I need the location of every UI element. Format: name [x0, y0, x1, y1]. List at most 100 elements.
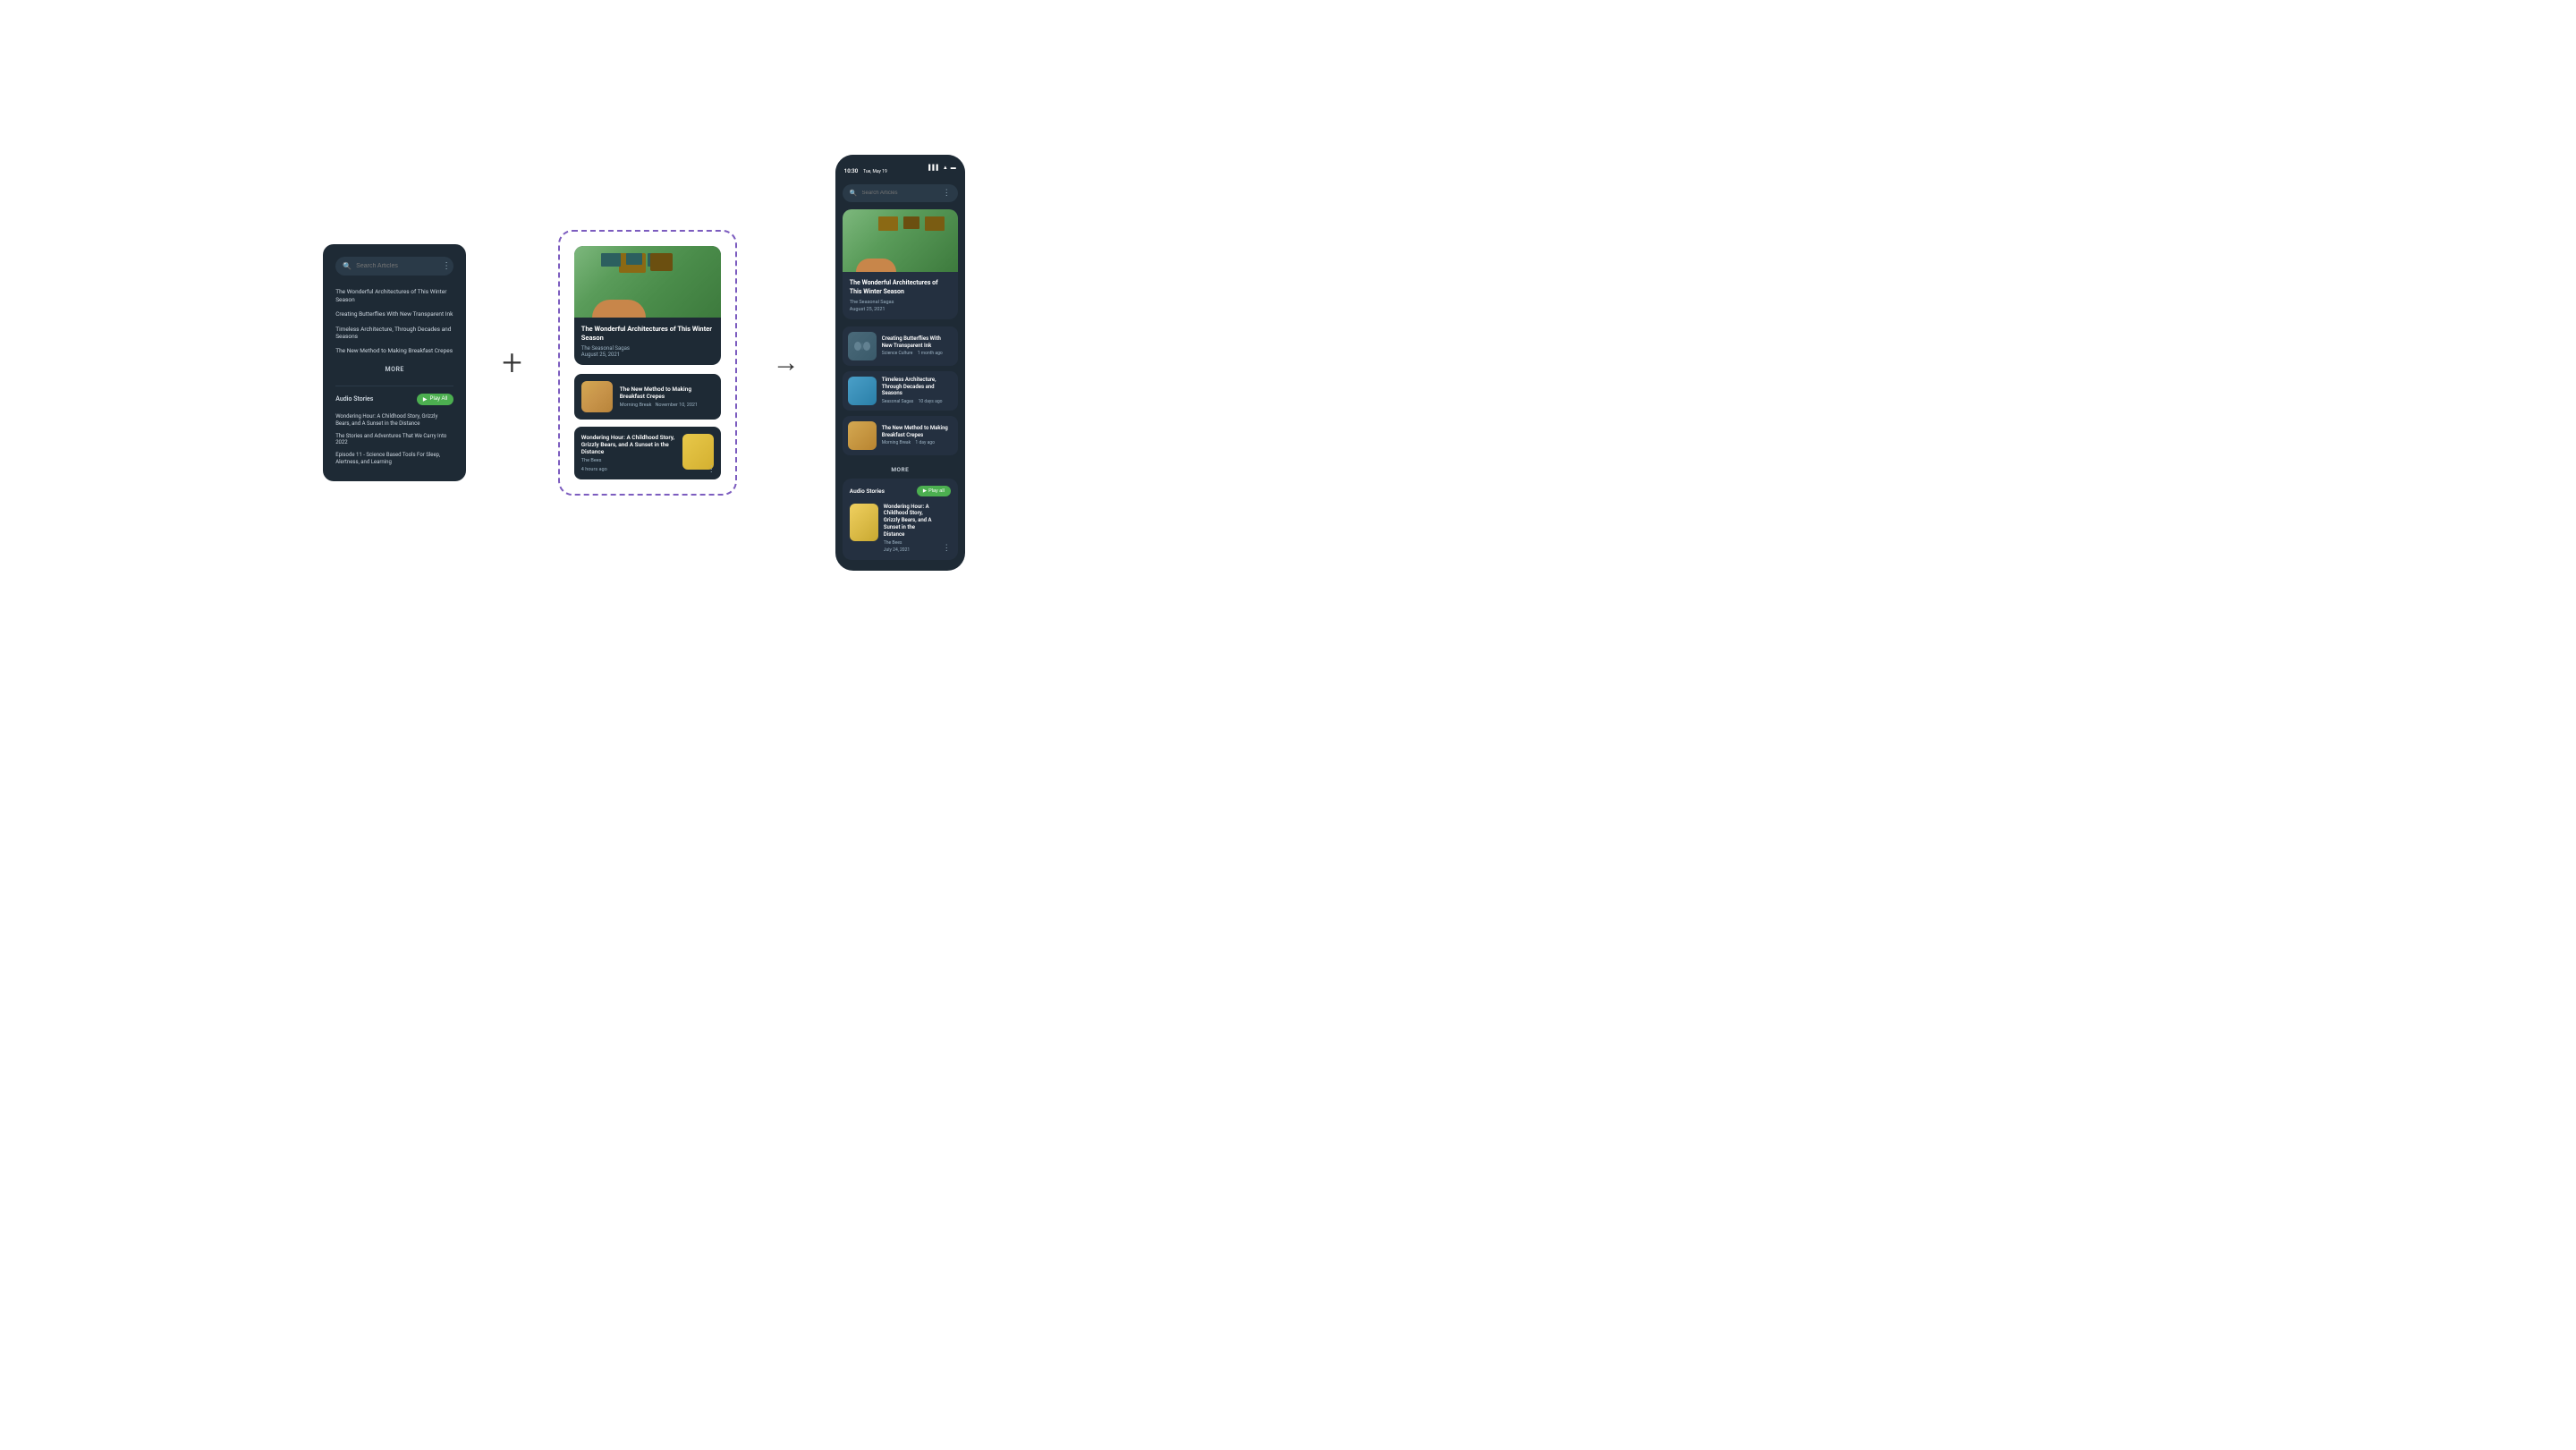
left-audio-title: Audio Stories: [335, 395, 373, 403]
featured-source: The Seasonal Sagas: [581, 345, 714, 352]
center-crepes-card[interactable]: The New Method to Making Breakfast Crepe…: [574, 374, 721, 420]
phone-window-1: [878, 216, 898, 231]
phone-card-title-1: Creating Butterflies With New Transparen…: [882, 335, 953, 350]
phone-search-bar[interactable]: 🔍 ⋮: [843, 184, 958, 202]
arch-decoration: [592, 300, 646, 318]
left-audio-header: Audio Stories ▶ Play All: [335, 394, 453, 405]
left-panel: 🔍 ⋮ The Wonderful Architectures of This …: [323, 244, 466, 480]
left-more-button[interactable]: MORE: [335, 359, 453, 380]
featured-date: August 25, 2021: [581, 352, 714, 358]
butterfly-thumbnail: [848, 332, 877, 360]
phone-article-card-2[interactable]: Timeless Architecture, Through Decades a…: [843, 371, 958, 411]
phone-audio-item-title: Wondering Hour: A Childhood Story, Grizz…: [884, 504, 937, 538]
featured-image: [574, 246, 721, 318]
list-item[interactable]: Episode 11 - Science Based Tools For Sle…: [335, 449, 453, 469]
phone-card-info-1: Creating Butterflies With New Transparen…: [882, 335, 953, 357]
phone-play-icon: ▶: [923, 488, 927, 494]
phone-more-options-icon[interactable]: ⋮: [943, 189, 951, 198]
phone-window-3: [925, 216, 945, 231]
window-decoration-2: [626, 253, 642, 265]
phone-crepes-thumbnail: [848, 421, 877, 450]
status-icons: ▌▌▌ ▲ ▬: [928, 165, 956, 171]
audio-card-thumbnail: [682, 434, 714, 470]
phone-play-all-button[interactable]: ▶ Play all: [917, 486, 951, 496]
phone-audio-header: Audio Stories ▶ Play all: [850, 486, 951, 496]
status-date: Tue, May 19: [863, 169, 887, 174]
left-article-list: The Wonderful Architectures of This Wint…: [335, 284, 453, 359]
audio-card-time: 4 hours ago: [581, 467, 677, 472]
window-decoration-3: [648, 253, 667, 267]
crepes-image: [581, 381, 613, 412]
phone-content: 🔍 ⋮ The Wonderful Architectures of This …: [835, 179, 965, 570]
arrow-operator: →: [773, 347, 800, 378]
phone-audio-info: Wondering Hour: A Childhood Story, Grizz…: [884, 504, 937, 553]
phone-audio-item-source: The Bees: [884, 540, 937, 546]
crepes-thumbnail: [581, 381, 613, 412]
list-item[interactable]: The New Method to Making Breakfast Crepe…: [335, 343, 453, 358]
phone-crepes-image: [848, 421, 877, 450]
phone-featured-source: The Seasonal Sagas: [850, 300, 951, 305]
center-panel: The Wonderful Architectures of This Wint…: [558, 230, 737, 496]
phone-card-meta-1: Science Culture 1 month ago: [882, 351, 953, 356]
phone-search-input[interactable]: [862, 191, 938, 196]
phone-search-icon: 🔍: [850, 190, 858, 197]
wifi-icon: ▲: [943, 165, 948, 171]
phone-article-card-3[interactable]: The New Method to Making Breakfast Crepe…: [843, 416, 958, 455]
left-search-bar[interactable]: 🔍 ⋮: [335, 257, 453, 276]
audio-card-options-icon[interactable]: ⋮: [708, 465, 716, 474]
play-icon: ▶: [423, 396, 428, 403]
phone-card-info-2: Timeless Architecture, Through Decades a…: [882, 377, 953, 404]
list-item[interactable]: Creating Butterflies With New Transparen…: [335, 307, 453, 321]
right-phone-panel: 10:30 Tue, May 19 ▌▌▌ ▲ ▬ 🔍 ⋮: [835, 155, 965, 570]
left-audio-section: Audio Stories ▶ Play All Wondering Hour:…: [335, 386, 453, 469]
phone-article-card-1[interactable]: Creating Butterflies With New Transparen…: [843, 326, 958, 366]
battery-icon: ▬: [951, 165, 956, 171]
main-container: 🔍 ⋮ The Wonderful Architectures of This …: [18, 155, 1270, 570]
phone-window-2: [903, 216, 919, 229]
crepes-card-meta: Morning Break November 10, 2021: [620, 403, 714, 408]
plus-operator: +: [502, 342, 522, 384]
status-time-date: 10:30 Tue, May 19: [844, 159, 887, 176]
phone-audio-thumbnail: [850, 504, 878, 541]
phone-card-meta-3: Morning Break 1 day ago: [882, 440, 953, 445]
list-item[interactable]: The Wonderful Architectures of This Wint…: [335, 284, 453, 307]
list-item[interactable]: Timeless Architecture, Through Decades a…: [335, 322, 453, 344]
phone-audio-item[interactable]: Wondering Hour: A Childhood Story, Grizz…: [850, 504, 951, 553]
audio-card-source: The Bees: [581, 458, 677, 463]
list-item[interactable]: Wondering Hour: A Childhood Story, Grizz…: [335, 411, 453, 430]
butterfly-image: [848, 332, 877, 360]
phone-audio-title: Audio Stories: [850, 488, 885, 495]
phone-featured-title: The Wonderful Architectures of This Wint…: [850, 279, 951, 295]
featured-title: The Wonderful Architectures of This Wint…: [581, 325, 714, 343]
list-item[interactable]: The Stories and Adventures That We Carry…: [335, 430, 453, 450]
crepes-card-title: The New Method to Making Breakfast Crepe…: [620, 386, 714, 401]
phone-more-button[interactable]: MORE: [843, 461, 958, 479]
phone-card-info-3: The New Method to Making Breakfast Crepe…: [882, 425, 953, 446]
phone-status-bar: 10:30 Tue, May 19 ▌▌▌ ▲ ▬: [835, 155, 965, 179]
phone-card-title-3: The New Method to Making Breakfast Crepe…: [882, 425, 953, 439]
left-search-input[interactable]: [356, 263, 437, 269]
phone-card-meta-2: Seasonal Sagas 10 days ago: [882, 399, 953, 404]
center-audio-card[interactable]: Wondering Hour: A Childhood Story, Grizz…: [574, 427, 721, 479]
phone-featured-content: The Wonderful Architectures of This Wint…: [843, 272, 958, 318]
status-time: 10:30: [844, 168, 858, 174]
signal-icon: ▌▌▌: [928, 165, 940, 171]
more-options-icon[interactable]: ⋮: [442, 261, 451, 271]
center-featured-card[interactable]: The Wonderful Architectures of This Wint…: [574, 246, 721, 365]
audio-card-title: Wondering Hour: A Childhood Story, Grizz…: [581, 434, 677, 456]
phone-audio-options-icon[interactable]: ⋮: [943, 544, 951, 553]
phone-featured-date: August 25, 2021: [850, 307, 951, 312]
audio-card-content: Wondering Hour: A Childhood Story, Grizz…: [581, 434, 677, 472]
phone-arch: [856, 259, 896, 272]
phone-featured-card[interactable]: The Wonderful Architectures of This Wint…: [843, 209, 958, 318]
crepes-card-content: The New Method to Making Breakfast Crepe…: [620, 386, 714, 408]
phone-featured-image: [843, 209, 958, 272]
featured-content: The Wonderful Architectures of This Wint…: [574, 318, 721, 365]
phone-audio-section: Audio Stories ▶ Play all Wondering Hour:…: [843, 479, 958, 560]
window-decoration-1: [601, 253, 621, 267]
timeless-thumbnail: [848, 377, 877, 405]
left-play-all-button[interactable]: ▶ Play All: [417, 394, 453, 405]
search-icon: 🔍: [343, 262, 352, 270]
phone-audio-item-date: July 24, 2021: [884, 547, 937, 553]
timeless-image: [848, 377, 877, 405]
